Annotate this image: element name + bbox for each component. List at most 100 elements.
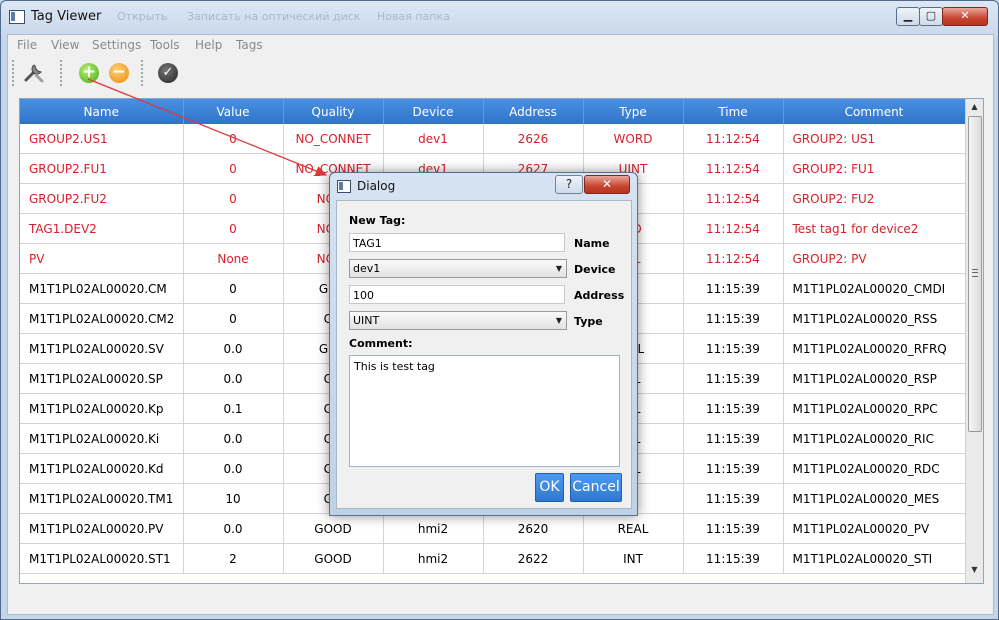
cell-time[interactable]: 11:15:39 [683, 273, 784, 304]
cell-quality[interactable]: GOOD [283, 543, 384, 574]
cell-comment[interactable]: GROUP2: FU1 [783, 153, 966, 184]
tag-name-input[interactable]: TAG1 [349, 233, 565, 252]
cell-comment[interactable]: GROUP2: US1 [783, 124, 966, 154]
cell-name[interactable]: M1T1PL02AL00020.CM [20, 273, 184, 304]
column-header-address[interactable]: Address [483, 99, 584, 124]
menu-file[interactable]: File [17, 38, 37, 52]
cell-name[interactable]: M1T1PL02AL00020.TM1 [20, 483, 184, 514]
cell-time[interactable]: 11:15:39 [683, 543, 784, 574]
scroll-thumb[interactable] [968, 116, 982, 432]
cell-comment[interactable]: GROUP2: PV [783, 243, 966, 274]
cell-name[interactable]: M1T1PL02AL00020.Ki [20, 423, 184, 454]
dialog-title-bar[interactable]: Dialog ? ✕ [330, 173, 637, 198]
cell-comment[interactable]: M1T1PL02AL00020_PV [783, 513, 966, 544]
cell-comment[interactable]: Test tag1 for device2 [783, 213, 966, 244]
cell-quality[interactable]: GOOD [283, 513, 384, 544]
type-select[interactable]: UINT ▼ [349, 311, 567, 330]
column-header-time[interactable]: Time [683, 99, 784, 124]
cell-value[interactable]: 0 [183, 303, 284, 334]
maximize-button[interactable]: ▢ [919, 7, 943, 26]
cell-name[interactable]: M1T1PL02AL00020.SV [20, 333, 184, 364]
close-button[interactable]: ✕ [942, 7, 988, 26]
menu-view[interactable]: View [51, 38, 79, 52]
cell-name[interactable]: TAG1.DEV2 [20, 213, 184, 244]
cell-value[interactable]: 0.0 [183, 333, 284, 364]
cell-type[interactable]: INT [583, 543, 684, 574]
cell-value[interactable]: 0 [183, 273, 284, 304]
cell-name[interactable]: M1T1PL02AL00020.ST1 [20, 543, 184, 574]
cell-value[interactable]: 0.0 [183, 363, 284, 394]
cell-value[interactable]: 2 [183, 543, 284, 574]
menu-tags[interactable]: Tags [236, 38, 263, 52]
device-select[interactable]: dev1 ▼ [349, 259, 567, 278]
table-row[interactable]: M1T1PL02AL00020.ST1 2 GOOD hmi2 2622 INT 11:15… [20, 543, 966, 574]
cell-quality[interactable]: NO_CONNET [283, 124, 384, 154]
cell-comment[interactable]: M1T1PL02AL00020_RSS [783, 303, 966, 334]
remove-tag-button[interactable]: − [107, 61, 131, 85]
cell-value[interactable]: 0 [183, 124, 284, 154]
cell-address[interactable]: 2622 [483, 543, 584, 574]
cell-name[interactable]: M1T1PL02AL00020.SP [20, 363, 184, 394]
cell-time[interactable]: 11:12:54 [683, 124, 784, 154]
cell-type[interactable]: WORD [583, 124, 684, 154]
cell-name[interactable]: PV [20, 243, 184, 274]
menu-tools[interactable]: Tools [150, 38, 180, 52]
cell-time[interactable]: 11:15:39 [683, 453, 784, 484]
title-bar[interactable]: Tag Viewer Открыть Записать на оптически… [1, 1, 998, 34]
cell-time[interactable]: 11:15:39 [683, 303, 784, 334]
cell-comment[interactable]: M1T1PL02AL00020_RDC [783, 453, 966, 484]
cell-value[interactable]: 0.1 [183, 393, 284, 424]
column-header-value[interactable]: Value [183, 99, 284, 124]
dialog-close-button[interactable]: ✕ [584, 175, 630, 194]
scroll-up-arrow-icon[interactable]: ▲ [966, 102, 983, 116]
cell-device[interactable]: dev1 [383, 124, 484, 154]
apply-button[interactable]: ✓ [156, 61, 180, 85]
table-row[interactable]: GROUP2.US1 0 NO_CONNET dev1 2626 WORD 11:12:54… [20, 124, 966, 154]
cell-device[interactable]: hmi2 [383, 513, 484, 544]
cell-device[interactable]: hmi2 [383, 543, 484, 574]
cell-name[interactable]: M1T1PL02AL00020.CM2 [20, 303, 184, 334]
cell-time[interactable]: 11:15:39 [683, 513, 784, 544]
cell-time[interactable]: 11:15:39 [683, 483, 784, 514]
add-tag-button[interactable]: + [77, 61, 101, 85]
cell-value[interactable]: 0.0 [183, 513, 284, 544]
cell-name[interactable]: GROUP2.FU2 [20, 183, 184, 214]
cell-address[interactable]: 2626 [483, 124, 584, 154]
cell-time[interactable]: 11:15:39 [683, 363, 784, 394]
cell-value[interactable]: 0 [183, 213, 284, 244]
cell-name[interactable]: M1T1PL02AL00020.Kd [20, 453, 184, 484]
cell-comment[interactable]: M1T1PL02AL00020_STI [783, 543, 966, 574]
menu-help[interactable]: Help [195, 38, 222, 52]
cell-type[interactable]: REAL [583, 513, 684, 544]
cell-time[interactable]: 11:12:54 [683, 213, 784, 244]
cell-name[interactable]: GROUP2.US1 [20, 124, 184, 154]
cell-comment[interactable]: M1T1PL02AL00020_RFRQ [783, 333, 966, 364]
cell-comment[interactable]: M1T1PL02AL00020_RIC [783, 423, 966, 454]
cell-name[interactable]: M1T1PL02AL00020.Kp [20, 393, 184, 424]
vertical-scrollbar[interactable]: ▲ ▼ [965, 99, 983, 583]
cancel-button[interactable]: Cancel [570, 473, 622, 502]
cell-time[interactable]: 11:12:54 [683, 243, 784, 274]
column-header-quality[interactable]: Quality [283, 99, 384, 124]
cell-value[interactable]: 0 [183, 183, 284, 214]
cell-comment[interactable]: GROUP2: FU2 [783, 183, 966, 214]
comment-textarea[interactable]: This is test tag [349, 355, 620, 467]
cell-comment[interactable]: M1T1PL02AL00020_RSP [783, 363, 966, 394]
cell-comment[interactable]: M1T1PL02AL00020_CMDI [783, 273, 966, 304]
cell-comment[interactable]: M1T1PL02AL00020_RPC [783, 393, 966, 424]
address-input[interactable]: 100 [349, 285, 565, 304]
ok-button[interactable]: OK [535, 473, 564, 502]
cell-comment[interactable]: M1T1PL02AL00020_MES [783, 483, 966, 514]
cell-address[interactable]: 2620 [483, 513, 584, 544]
cell-name[interactable]: M1T1PL02AL00020.PV [20, 513, 184, 544]
cell-value[interactable]: 0.0 [183, 453, 284, 484]
cell-value[interactable]: 0 [183, 153, 284, 184]
cell-value[interactable]: None [183, 243, 284, 274]
cell-name[interactable]: GROUP2.FU1 [20, 153, 184, 184]
column-header-type[interactable]: Type [583, 99, 684, 124]
column-header-device[interactable]: Device [383, 99, 484, 124]
menu-settings[interactable]: Settings [92, 38, 141, 52]
cell-value[interactable]: 10 [183, 483, 284, 514]
cell-time[interactable]: 11:12:54 [683, 153, 784, 184]
cell-time[interactable]: 11:12:54 [683, 183, 784, 214]
